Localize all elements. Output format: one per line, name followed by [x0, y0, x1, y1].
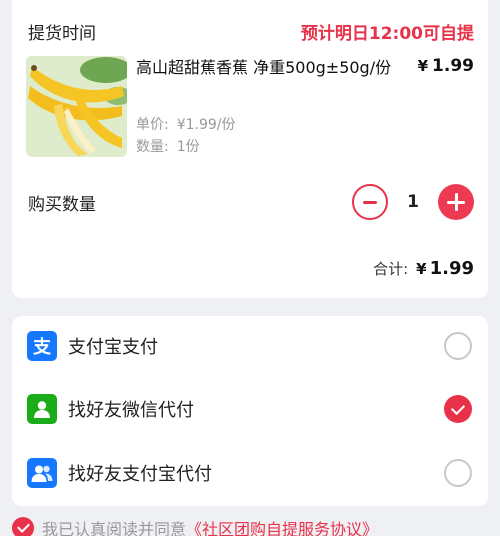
product-price-value: 1.99	[432, 56, 474, 76]
order-card: 提货时间 预计明日12:00可自提 高山超甜蕉香蕉 净重500g±50g/份 ¥…	[12, 0, 488, 298]
alipay-icon: 支	[27, 331, 57, 361]
pickup-time-row: 提货时间 预计明日12:00可自提	[28, 16, 474, 46]
total-symbol: ¥	[416, 260, 427, 278]
unit-price-line: 单价: ¥1.99/份	[136, 114, 236, 134]
product-quantity-line: 数量: 1份	[136, 136, 200, 156]
agreement-link[interactable]: 《社区团购自提服务协议》	[186, 516, 378, 536]
unit-price-label: 单价:	[136, 117, 169, 133]
quantity-stepper: 1	[352, 184, 474, 220]
payment-option-label: 找好友微信代付	[68, 400, 194, 421]
radio-unchecked-icon[interactable]	[444, 332, 472, 360]
product-quantity-value: 1份	[176, 139, 200, 155]
agreement-text: 我已认真阅读并同意	[42, 520, 187, 536]
payment-option-label: 找好友支付宝代付	[68, 464, 212, 485]
unit-price-value: ¥1.99/份	[176, 117, 236, 133]
decrease-button[interactable]	[352, 184, 388, 220]
pickup-time-value: 预计明日12:00可自提	[300, 23, 474, 44]
quantity-value: 1	[407, 192, 419, 212]
product-item: 高山超甜蕉香蕉 净重500g±50g/份 ¥1.99 单价: ¥1.99/份 数量…	[26, 56, 474, 157]
purchase-quantity-row: 购买数量 1	[28, 180, 474, 224]
total-label: 合计:	[373, 260, 409, 278]
purchase-quantity-label: 购买数量	[28, 194, 96, 215]
increase-button[interactable]	[438, 184, 474, 220]
radio-checked-icon[interactable]	[444, 395, 472, 423]
total-amount: 1.99	[429, 258, 474, 279]
radio-unchecked-icon[interactable]	[444, 459, 472, 487]
banana-image	[26, 56, 127, 157]
product-price-symbol: ¥	[417, 57, 429, 75]
payment-option-alipay[interactable]: 支 支付宝支付	[12, 316, 488, 376]
payment-option-alipay-friend[interactable]: 找好友支付宝代付	[12, 443, 488, 503]
payment-option-wechat-friend[interactable]: 找好友微信代付	[12, 379, 488, 439]
payment-option-label: 支付宝支付	[68, 337, 158, 358]
pickup-time-label: 提货时间	[28, 23, 96, 44]
wechat-friend-icon	[27, 394, 57, 424]
product-quantity-label: 数量:	[136, 139, 169, 155]
alipay-icon-glyph: 支	[33, 337, 51, 358]
agreement-row: 我已认真阅读并同意 《社区团购自提服务协议》	[12, 516, 378, 536]
product-price: ¥1.99	[418, 56, 474, 76]
alipay-friend-icon	[27, 458, 57, 488]
agreement-checkbox[interactable]	[12, 517, 34, 536]
total-row: 合计: ¥ 1.99	[373, 258, 474, 279]
payment-card: 支 支付宝支付 找好友微信代付 找好友支付宝代付	[12, 316, 488, 506]
product-name: 高山超甜蕉香蕉 净重500g±50g/份	[136, 58, 392, 77]
